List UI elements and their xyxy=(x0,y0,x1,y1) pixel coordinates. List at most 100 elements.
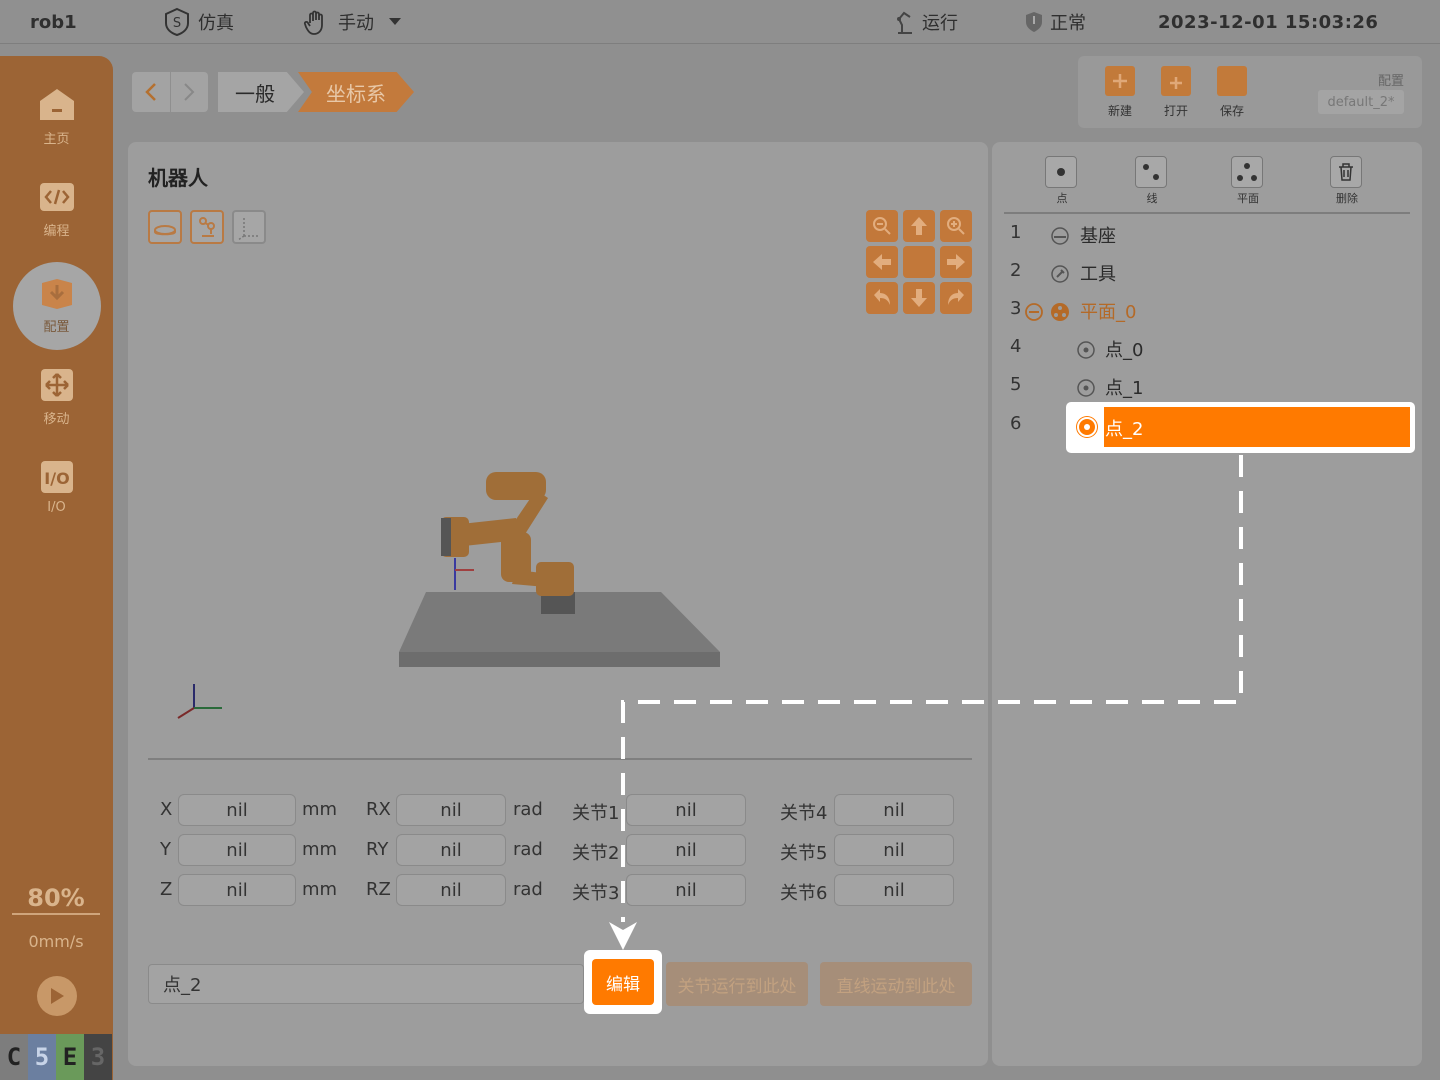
rotate-left-icon xyxy=(874,289,890,305)
x-label: X xyxy=(160,799,173,820)
y-field[interactable]: nil xyxy=(178,834,296,866)
nav-programming[interactable]: 编程 xyxy=(0,178,113,239)
tree-row-label: 点_0 xyxy=(1105,340,1144,361)
joint3-label: 关节3 xyxy=(572,883,620,904)
nav-config[interactable]: 配置 xyxy=(0,274,113,335)
tree-row-number: 6 xyxy=(1010,413,1022,434)
config-name-field[interactable]: default_2* xyxy=(1318,90,1404,114)
nav-programming-label: 编程 xyxy=(43,224,70,239)
nav-io-label: I/O xyxy=(47,500,66,515)
point-node-icon xyxy=(1077,341,1095,359)
add-plane-button[interactable]: 平面 xyxy=(1231,156,1265,206)
rx-unit: rad xyxy=(513,799,543,820)
edit-button[interactable]: 编辑 xyxy=(592,959,654,1005)
tree-row-point-2-selected[interactable] xyxy=(1104,407,1410,447)
tree-row-label: 工具 xyxy=(1080,264,1116,285)
joint6-field[interactable]: nil xyxy=(834,874,954,906)
tree-row-number: 2 xyxy=(1010,260,1022,281)
z-label: Z xyxy=(160,879,173,900)
new-config-button[interactable]: 新建 xyxy=(1100,66,1140,119)
arrow-left-icon xyxy=(873,254,891,270)
zoom-in-button[interactable] xyxy=(940,210,972,242)
code-icon xyxy=(38,178,76,216)
tree-row-number: 5 xyxy=(1010,374,1022,395)
speed-percent[interactable]: 80% xyxy=(12,884,100,912)
trash-icon xyxy=(1330,156,1362,188)
frame-tree-panel: 点 线 平面 删除 1 基座 2 工具 3 平面_0 4 点_0 5 点_1 6 xyxy=(992,142,1422,1066)
chevron-right-icon xyxy=(184,83,195,101)
status-letter-5: 5 xyxy=(28,1034,56,1080)
robot-panel-title: 机器人 xyxy=(148,166,208,190)
nav-move[interactable]: 移动 xyxy=(0,366,113,427)
save-config-button[interactable]: 保存 xyxy=(1212,66,1252,119)
robot-wrist-cap xyxy=(441,518,451,556)
tree-row-point-0[interactable]: 4 点_0 xyxy=(992,330,1422,368)
status-letter-3: 3 xyxy=(84,1034,112,1080)
center-button[interactable] xyxy=(903,246,935,278)
tree-row-point-1[interactable]: 5 点_1 xyxy=(992,368,1422,406)
tree-row-base[interactable]: 1 基座 xyxy=(992,216,1422,254)
play-button[interactable] xyxy=(37,976,77,1016)
rx-label: RX xyxy=(366,799,391,820)
joint2-field[interactable]: nil xyxy=(626,834,746,866)
delete-button[interactable]: 删除 xyxy=(1330,156,1364,206)
arrow-right-icon xyxy=(947,254,965,270)
rotate-right-icon xyxy=(948,289,964,305)
nav-io[interactable]: I/O I/O xyxy=(0,458,113,515)
sidebar: 主页 编程 配置 移动 I/O I/O 80% 0mm/s xyxy=(0,56,113,1080)
point-node-icon xyxy=(1077,379,1095,397)
z-field[interactable]: nil xyxy=(178,874,296,906)
robot-3d-view[interactable] xyxy=(386,462,726,672)
config-toolbar: 新建 打开 保存 配置 default_2* xyxy=(1078,56,1422,128)
joint5-field[interactable]: nil xyxy=(834,834,954,866)
joint3-field[interactable]: nil xyxy=(626,874,746,906)
view-base-button[interactable] xyxy=(148,210,182,244)
rx-field[interactable]: nil xyxy=(396,794,506,826)
panel-divider xyxy=(148,758,972,760)
tree-row-label-selected: 点_2 xyxy=(1105,419,1144,440)
move-down-button[interactable] xyxy=(903,282,935,314)
joint2-label: 关节2 xyxy=(572,843,620,864)
tree-row-plane[interactable]: 3 平面_0 xyxy=(992,292,1422,330)
joint1-field[interactable]: nil xyxy=(626,794,746,826)
point-name-input[interactable]: 点_2 xyxy=(148,964,584,1004)
nav-home[interactable]: 主页 xyxy=(0,86,113,147)
history-nav xyxy=(132,72,208,112)
tree-row-label: 平面_0 xyxy=(1080,302,1137,323)
linear-move-here-button[interactable]: 直线运动到此处 xyxy=(820,962,972,1006)
back-button[interactable] xyxy=(132,72,171,112)
plane-node-icon xyxy=(1051,303,1069,321)
tree-row-tool[interactable]: 2 工具 xyxy=(992,254,1422,292)
datetime: 2023-12-01 15:03:26 xyxy=(1158,11,1379,33)
add-point-button[interactable]: 点 xyxy=(1045,156,1079,206)
view-axes-button[interactable] xyxy=(232,210,266,244)
tree-row-label: 点_1 xyxy=(1105,378,1144,399)
move-up-button[interactable] xyxy=(903,210,935,242)
joint4-field[interactable]: nil xyxy=(834,794,954,826)
move-right-button[interactable] xyxy=(940,246,972,278)
mode-dropdown[interactable]: 手动 xyxy=(302,0,412,44)
mode-label: 手动 xyxy=(338,13,374,34)
rotate-left-button[interactable] xyxy=(866,282,898,314)
collapse-icon[interactable] xyxy=(1024,302,1044,322)
y-label: Y xyxy=(160,839,171,860)
move-left-button[interactable] xyxy=(866,246,898,278)
robot-shoulder xyxy=(486,472,546,500)
svg-text:S: S xyxy=(173,16,181,31)
open-config-button[interactable]: 打开 xyxy=(1156,66,1196,119)
zoom-out-button[interactable] xyxy=(866,210,898,242)
simulation-toggle[interactable]: S 仿真 xyxy=(162,0,234,44)
rz-field[interactable]: nil xyxy=(396,874,506,906)
add-plane-label: 平面 xyxy=(1237,192,1259,205)
joint-move-here-button[interactable]: 关节运行到此处 xyxy=(666,962,808,1006)
breadcrumb-coordinate-system[interactable]: 坐标系 xyxy=(298,72,414,112)
tree-row-number: 4 xyxy=(1010,336,1022,357)
forward-button[interactable] xyxy=(171,72,209,112)
ry-field[interactable]: nil xyxy=(396,834,506,866)
x-field[interactable]: nil xyxy=(178,794,296,826)
view-robot-button[interactable] xyxy=(190,210,224,244)
rotate-right-button[interactable] xyxy=(940,282,972,314)
breadcrumb-general[interactable]: 一般 xyxy=(218,72,304,112)
line-icon xyxy=(1135,156,1167,188)
add-line-button[interactable]: 线 xyxy=(1135,156,1169,206)
